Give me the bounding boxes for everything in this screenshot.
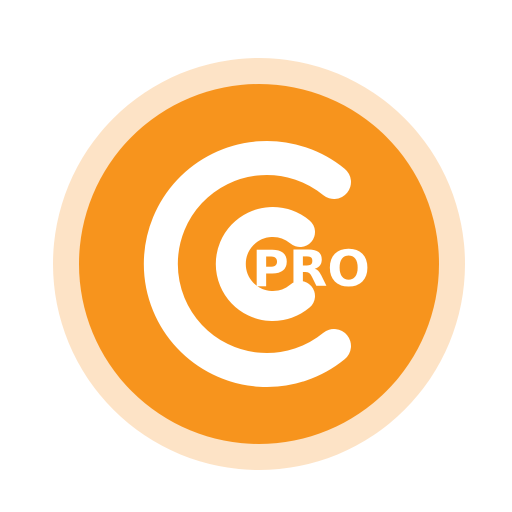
coin-c-pro-logo-icon: PRO	[53, 58, 465, 470]
app-logo: PRO	[0, 0, 512, 512]
pro-badge-text: PRO	[252, 240, 370, 298]
